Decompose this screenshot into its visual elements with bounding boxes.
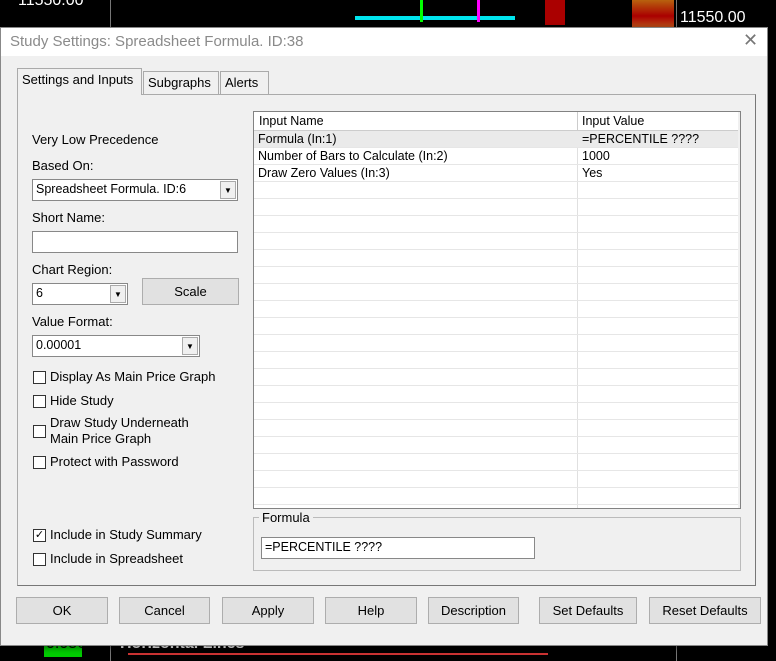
based-on-select[interactable]: Spreadsheet Formula. ID:6 ▼ — [32, 179, 238, 201]
tab-label: Subgraphs — [148, 75, 211, 90]
empty-table-row — [254, 250, 738, 267]
table-row[interactable]: Formula (In:1) =PERCENTILE ???? — [254, 131, 738, 148]
protect-with-password-checkbox[interactable] — [33, 456, 46, 469]
scrollbar[interactable] — [738, 112, 740, 508]
empty-table-row — [254, 369, 738, 386]
based-on-label: Based On: — [32, 158, 94, 173]
checkbox-label: Include in Spreadsheet — [50, 551, 183, 566]
checkbox-label: Protect with Password — [50, 454, 179, 469]
chevron-down-icon: ▼ — [182, 337, 198, 355]
input-name: Draw Zero Values (In:3) — [258, 166, 390, 180]
chevron-down-icon: ▼ — [220, 181, 236, 199]
precedence-label: Very Low Precedence — [32, 132, 159, 147]
empty-table-row — [254, 284, 738, 301]
empty-table-row — [254, 335, 738, 352]
checkbox-label: Hide Study — [50, 393, 114, 408]
tab-subgraphs[interactable]: Subgraphs — [143, 71, 219, 95]
empty-table-row — [254, 199, 738, 216]
help-button[interactable]: Help — [325, 597, 417, 624]
empty-table-row — [254, 267, 738, 284]
chevron-down-icon: ▼ — [110, 285, 126, 303]
draw-study-underneath-checkbox[interactable] — [33, 425, 46, 438]
short-name-input[interactable] — [32, 231, 238, 253]
tab-alerts[interactable]: Alerts — [220, 71, 269, 95]
empty-table-row — [254, 233, 738, 250]
dialog-title: Study Settings: Spreadsheet Formula. ID:… — [10, 33, 304, 50]
cancel-button[interactable]: Cancel — [119, 597, 210, 624]
input-value: 1000 — [582, 149, 610, 163]
empty-table-row — [254, 471, 738, 488]
chart-region-label: Chart Region: — [32, 262, 113, 277]
ok-button[interactable]: OK — [16, 597, 108, 624]
empty-table-row — [254, 216, 738, 233]
short-name-label: Short Name: — [32, 210, 105, 225]
empty-table-row — [254, 182, 738, 199]
set-defaults-button[interactable]: Set Defaults — [539, 597, 637, 624]
select-value: 0.00001 — [36, 338, 82, 352]
hide-study-checkbox[interactable] — [33, 395, 46, 408]
include-in-study-summary-checkbox[interactable]: ✓ — [33, 529, 46, 542]
checkbox-label-line2: Main Price Graph — [50, 431, 152, 446]
select-value: 6 — [36, 286, 43, 300]
select-value: Spreadsheet Formula. ID:6 — [36, 182, 187, 196]
study-settings-dialog: Study Settings: Spreadsheet Formula. ID:… — [0, 27, 768, 646]
empty-table-row — [254, 301, 738, 318]
formula-input[interactable]: =PERCENTILE ???? — [261, 537, 535, 559]
empty-table-row — [254, 318, 738, 335]
scale-button[interactable]: Scale — [142, 278, 239, 305]
title-bar: Study Settings: Spreadsheet Formula. ID:… — [1, 28, 767, 56]
tab-label: Settings and Inputs — [22, 72, 134, 87]
empty-table-row — [254, 437, 738, 454]
table-header: Input Name Input Value — [254, 112, 740, 131]
tab-label: Alerts — [225, 75, 259, 90]
empty-table-row — [254, 454, 738, 471]
chart-region-select[interactable]: 6 ▼ — [32, 283, 128, 305]
table-row[interactable]: Number of Bars to Calculate (In:2) 1000 — [254, 148, 738, 165]
table-row[interactable]: Draw Zero Values (In:3) Yes — [254, 165, 738, 182]
empty-table-row — [254, 420, 738, 437]
input-name: Number of Bars to Calculate (In:2) — [258, 149, 448, 163]
formula-group: Formula =PERCENTILE ???? — [253, 510, 741, 571]
column-header-input-name[interactable]: Input Name — [259, 114, 324, 128]
checkbox-label: Display As Main Price Graph — [50, 369, 216, 384]
empty-table-row — [254, 352, 738, 369]
reset-defaults-button[interactable]: Reset Defaults — [649, 597, 761, 624]
tab-settings-and-inputs[interactable]: Settings and Inputs — [17, 68, 142, 95]
empty-table-row — [254, 488, 738, 505]
description-button[interactable]: Description — [428, 597, 519, 624]
column-header-input-value[interactable]: Input Value — [582, 114, 644, 128]
input-value: Yes — [582, 166, 603, 180]
empty-table-row — [254, 386, 738, 403]
include-in-spreadsheet-checkbox[interactable] — [33, 553, 46, 566]
checkbox-label: Draw Study Underneath — [50, 415, 189, 430]
apply-button[interactable]: Apply — [222, 597, 314, 624]
input-name: Formula (In:1) — [258, 132, 337, 146]
formula-group-label: Formula — [259, 510, 313, 525]
empty-table-row — [254, 403, 738, 420]
input-value: =PERCENTILE ???? — [582, 132, 700, 146]
inputs-table: Input Name Input Value Formula (In:1) =PE… — [253, 111, 741, 509]
price-label-left: 11550.00 — [18, 0, 84, 9]
price-label-right: 11550.00 — [680, 9, 746, 26]
value-format-label: Value Format: — [32, 314, 113, 329]
value-format-select[interactable]: 0.00001 ▼ — [32, 335, 200, 357]
display-as-main-price-graph-checkbox[interactable] — [33, 371, 46, 384]
close-icon[interactable]: ✕ — [743, 30, 758, 51]
checkbox-label: Include in Study Summary — [50, 527, 202, 542]
